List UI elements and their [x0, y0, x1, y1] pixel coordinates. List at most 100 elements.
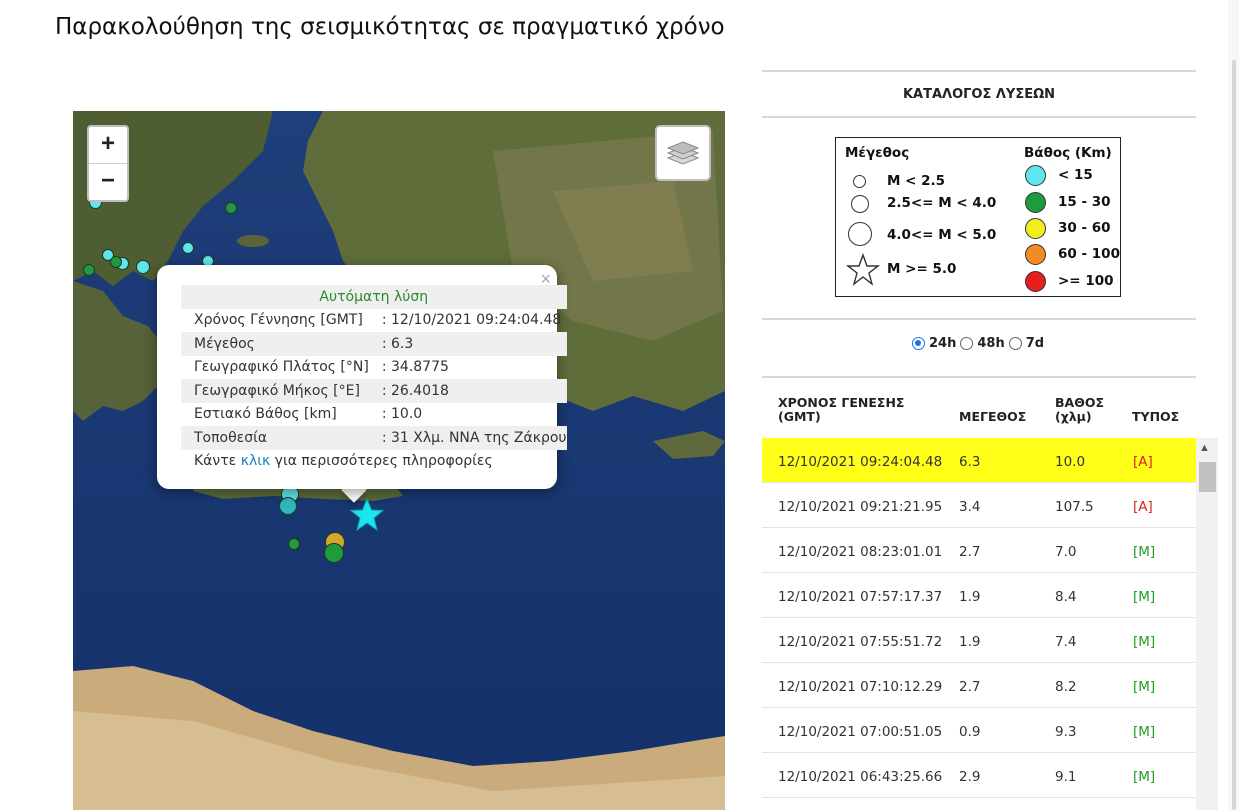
- cell-magnitude: 2.7: [959, 679, 981, 695]
- radio-label: 7d: [1025, 336, 1045, 351]
- legend: Μέγεθος M < 2.5 2.5<= M < 4.0 4.0<= M < …: [835, 137, 1121, 297]
- cell-type: [A]: [1133, 454, 1153, 470]
- table-row[interactable]: 12/10/2021 07:57:17.37 1.9 8.4 [M]: [762, 573, 1196, 618]
- earthquake-marker[interactable]: [110, 256, 122, 268]
- cell-type: [A]: [1133, 499, 1153, 515]
- legend-magnitude-title: Μέγεθος: [845, 145, 910, 161]
- cell-type: [M]: [1133, 724, 1156, 740]
- cell-depth: 8.4: [1055, 589, 1077, 605]
- table-row[interactable]: 12/10/2021 07:55:51.72 1.9 7.4 [M]: [762, 618, 1196, 663]
- circle-large-icon: [848, 222, 872, 246]
- legend-magnitude-item: 4.0<= M < 5.0: [887, 227, 997, 243]
- depth-color-icon: [1025, 244, 1046, 265]
- popup-label: Εστιακό Βάθος [km]: [194, 406, 337, 423]
- radio-48h[interactable]: [960, 337, 974, 350]
- table-row[interactable]: 12/10/2021 09:24:04.48 6.3 10.0 [A]: [762, 438, 1196, 483]
- header-depth-line1: ΒΑΘΟΣ: [1055, 395, 1104, 410]
- table-scrollbar-thumb[interactable]: [1199, 462, 1216, 492]
- more-info-prefix: Κάντε: [194, 453, 241, 470]
- header-depth: ΒΑΘΟΣ (χλμ): [1055, 396, 1104, 424]
- legend-depth-item: < 15: [1058, 167, 1093, 183]
- header-time: ΧΡΟΝΟΣ ΓΕΝΕΣΗΣ (GMT): [778, 396, 904, 424]
- table-row[interactable]: 12/10/2021 09:21:21.95 3.4 107.5 [A]: [762, 483, 1196, 528]
- earthquake-marker[interactable]: [288, 538, 300, 550]
- header-type: ΤΥΠΟΣ: [1132, 409, 1180, 424]
- more-info-link[interactable]: κλικ: [241, 453, 271, 469]
- legend-depth-item: 30 - 60: [1058, 220, 1111, 236]
- popup-value: : 34.8775: [381, 359, 449, 376]
- zoom-out-button[interactable]: −: [89, 164, 127, 200]
- legend-depth-item: >= 100: [1058, 273, 1114, 289]
- main-earthquake-star-icon[interactable]: [349, 497, 385, 533]
- layers-icon: [666, 141, 700, 165]
- popup-heading: Αυτόματη λύση: [181, 285, 567, 309]
- table-scrollbar[interactable]: [1196, 438, 1218, 810]
- earthquake-popup: × Αυτόματη λύση Χρόνος Γέννησης [GMT]: 1…: [157, 265, 567, 489]
- cell-type: [M]: [1133, 544, 1156, 560]
- table-row[interactable]: 12/10/2021 06:43:25.66 2.9 9.1 [M]: [762, 753, 1196, 798]
- cell-time: 12/10/2021 07:10:12.29: [778, 679, 943, 695]
- catalog-table-body: 12/10/2021 09:24:04.48 6.3 10.0 [A] 12/1…: [762, 438, 1196, 798]
- divider: [762, 116, 1196, 118]
- circle-medium-icon: [851, 195, 869, 213]
- cell-time: 12/10/2021 09:21:21.95: [778, 499, 943, 515]
- layers-button[interactable]: [655, 125, 711, 181]
- zoom-control: + −: [87, 125, 129, 202]
- popup-label: Γεωγραφικό Μήκος [°E]: [181, 379, 369, 403]
- depth-color-icon: [1025, 192, 1046, 213]
- depth-color-icon: [1025, 165, 1046, 186]
- cell-time: 12/10/2021 07:57:17.37: [778, 589, 943, 605]
- cell-depth: 9.3: [1055, 724, 1077, 740]
- cell-type: [M]: [1133, 589, 1156, 605]
- circle-small-icon: [853, 175, 866, 188]
- earthquake-marker[interactable]: [182, 242, 194, 254]
- table-row[interactable]: 12/10/2021 07:10:12.29 2.7 8.2 [M]: [762, 663, 1196, 708]
- cell-depth: 7.4: [1055, 634, 1077, 650]
- cell-magnitude: 3.4: [959, 499, 981, 515]
- cell-time: 12/10/2021 06:43:25.66: [778, 769, 943, 785]
- cell-time: 12/10/2021 09:24:04.48: [778, 454, 943, 470]
- popup-label: Τοποθεσία: [181, 426, 369, 450]
- popup-value: : 31 Χλμ. ΝΝΑ της Ζάκρου: [368, 426, 567, 450]
- legend-magnitude-item: 2.5<= M < 4.0: [887, 195, 997, 211]
- header-magnitude: ΜΕΓΕΘΟΣ: [959, 409, 1027, 424]
- popup-more-info: Κάντε κλικ για περισσότερες πληροφορίες: [181, 450, 567, 474]
- cell-magnitude: 2.7: [959, 544, 981, 560]
- header-time-line2: (GMT): [778, 409, 821, 424]
- earthquake-marker[interactable]: [136, 260, 150, 274]
- cell-time: 12/10/2021 07:55:51.72: [778, 634, 943, 650]
- more-info-suffix: για περισσότερες πληροφορίες: [270, 453, 493, 470]
- zoom-in-button[interactable]: +: [89, 127, 127, 164]
- cell-magnitude: 2.9: [959, 769, 981, 785]
- popup-value: : 26.4018: [368, 379, 567, 403]
- radio-7d[interactable]: [1008, 337, 1022, 350]
- seismic-map[interactable]: + − × Αυτόματη λύση Χρόνος Γέννησης [GMT…: [73, 111, 725, 810]
- earthquake-marker[interactable]: [83, 264, 95, 276]
- catalog-table-header: ΧΡΟΝΟΣ ΓΕΝΕΣΗΣ (GMT) ΜΕΓΕΘΟΣ ΒΑΘΟΣ (χλμ) Τ…: [762, 380, 1196, 438]
- divider: [762, 318, 1196, 320]
- legend-magnitude-item: M >= 5.0: [887, 261, 957, 277]
- radio-label: 24h: [929, 336, 957, 351]
- earthquake-marker[interactable]: [225, 202, 237, 214]
- earthquake-marker[interactable]: [279, 497, 297, 515]
- cell-magnitude: 1.9: [959, 634, 981, 650]
- popup-label: Χρόνος Γέννησης [GMT]: [194, 312, 363, 329]
- cell-type: [M]: [1133, 769, 1156, 785]
- popup-label: Γεωγραφικό Πλάτος [°N]: [194, 359, 369, 376]
- earthquake-marker[interactable]: [324, 543, 344, 563]
- cell-type: [M]: [1133, 679, 1156, 695]
- scroll-up-arrow-icon[interactable]: ▲: [1199, 442, 1210, 454]
- radio-label: 48h: [977, 336, 1005, 351]
- table-row[interactable]: 12/10/2021 08:23:01.01 2.7 7.0 [M]: [762, 528, 1196, 573]
- header-time-line1: ΧΡΟΝΟΣ ΓΕΝΕΣΗΣ: [778, 395, 905, 410]
- popup-label: Μέγεθος: [181, 332, 369, 356]
- popup-value: : 12/10/2021 09:24:04.48: [381, 312, 562, 329]
- legend-depth-item: 15 - 30: [1058, 194, 1111, 210]
- cell-type: [M]: [1133, 634, 1156, 650]
- radio-24h[interactable]: [912, 337, 925, 350]
- window-scrollbar-thumb[interactable]: [1232, 60, 1236, 810]
- depth-color-icon: [1025, 218, 1046, 239]
- catalog-title: ΚΑΤΑΛΟΓΟΣ ΛΥΣΕΩΝ: [902, 87, 1056, 102]
- table-row[interactable]: 12/10/2021 07:00:51.05 0.9 9.3 [M]: [762, 708, 1196, 753]
- divider: [762, 376, 1196, 378]
